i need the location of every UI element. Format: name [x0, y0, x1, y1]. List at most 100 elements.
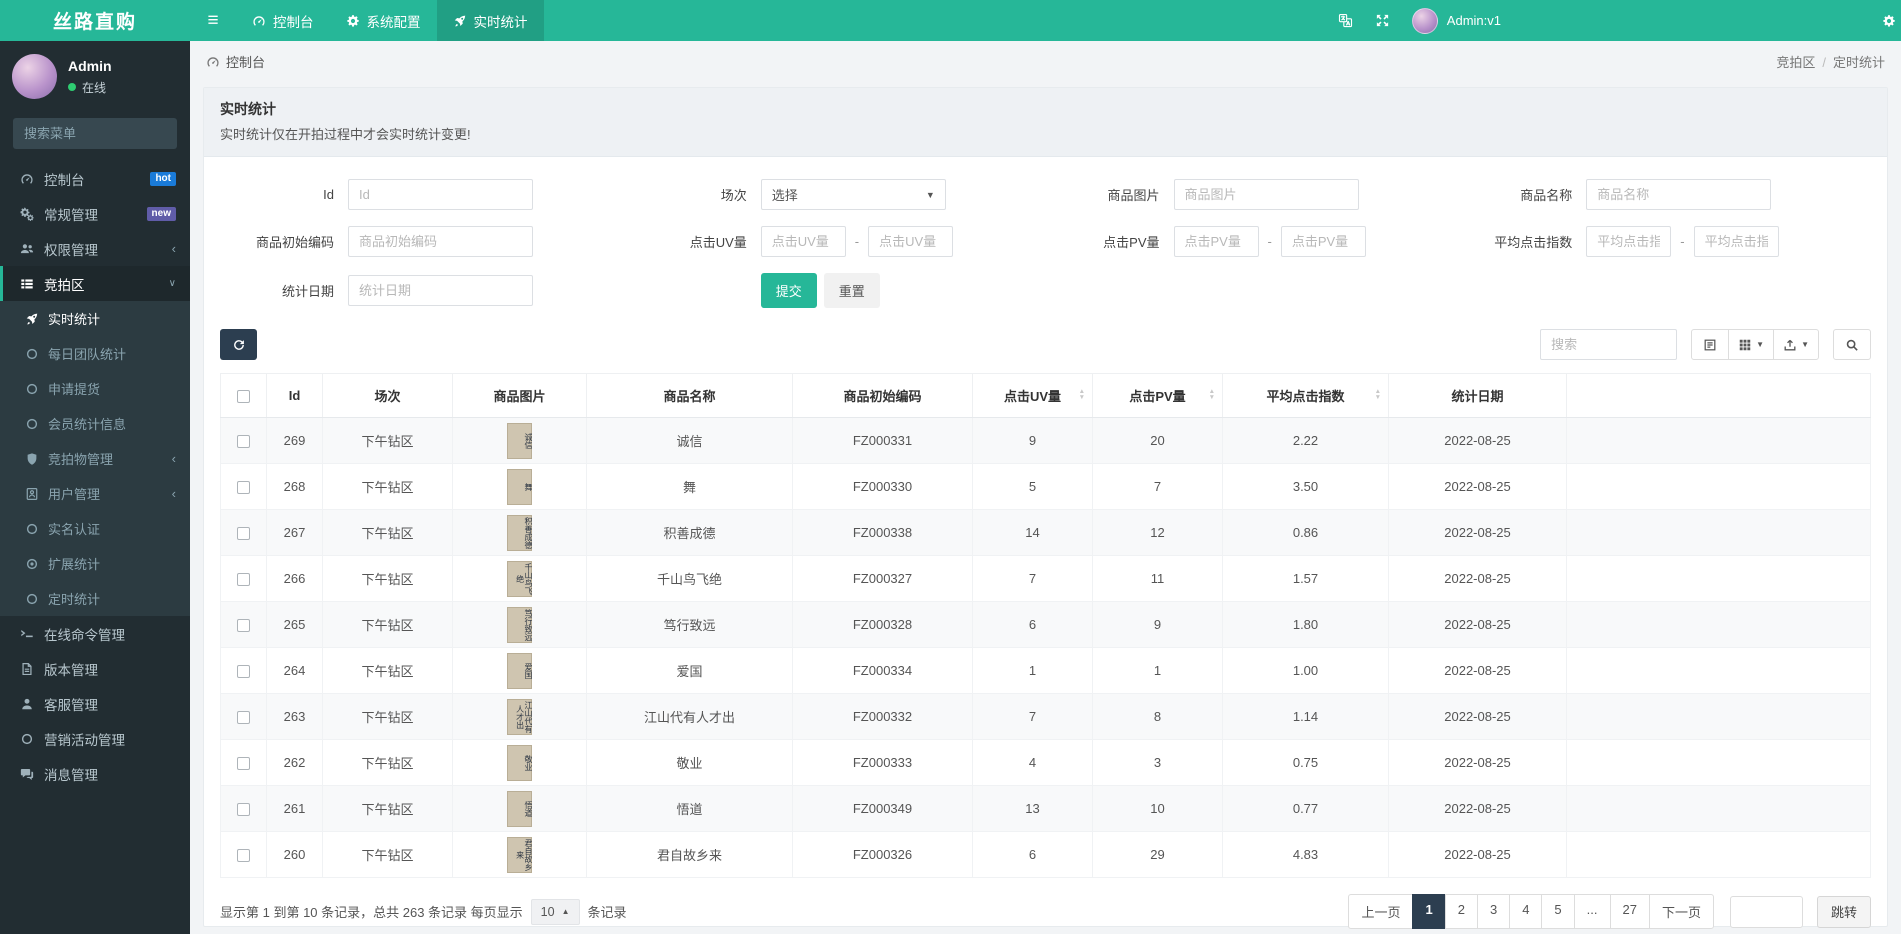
sort-icon[interactable]: ▲ ▼ [1209, 388, 1215, 403]
row-checkbox[interactable] [237, 711, 250, 725]
row-checkbox[interactable] [237, 665, 250, 679]
submenu-item-5[interactable]: 用户管理 ‹ [0, 476, 190, 511]
filter-0-2-input[interactable] [1173, 179, 1359, 210]
rocket-icon [24, 312, 39, 326]
prev-page-button[interactable]: 上一页 [1348, 894, 1414, 929]
sidebar-item-5[interactable]: 版本管理 [0, 651, 190, 686]
submit-button[interactable]: 提交 [760, 273, 817, 308]
sidebar-toggle-icon[interactable]: ≡ [190, 0, 236, 41]
table-search-input[interactable] [1540, 329, 1678, 360]
sidebar-item-1[interactable]: 常规管理 new [0, 196, 190, 231]
sidebar-item-4[interactable]: 在线命令管理 [0, 616, 190, 651]
submenu-item-0[interactable]: 实时统计 [0, 301, 190, 336]
refresh-button[interactable] [220, 329, 257, 360]
sidebar-item-6[interactable]: 客服管理 [0, 686, 190, 721]
submenu-item-7[interactable]: 扩展统计 [0, 546, 190, 581]
list-icon [18, 277, 35, 291]
circle-o-icon [24, 522, 39, 536]
filter-1-0-input[interactable] [348, 226, 533, 257]
col-header-5[interactable]: 点击UV量 ▲ ▼ [972, 373, 1093, 418]
product-image[interactable]: 积善成德 [507, 514, 532, 551]
page-jump-button[interactable]: 跳转 [1816, 895, 1871, 928]
reset-button[interactable]: 重置 [823, 273, 880, 308]
paging-toggle-button[interactable] [1691, 329, 1730, 360]
page-button-1[interactable]: 1 [1412, 894, 1446, 929]
filter-1-3-max-input[interactable] [1693, 226, 1779, 257]
filter-1-1-max-input[interactable] [868, 226, 954, 257]
breadcrumb-home[interactable]: 控制台 [226, 52, 265, 71]
page-jump-input[interactable] [1729, 895, 1803, 928]
row-checkbox[interactable] [237, 803, 250, 817]
export-button[interactable]: ▼ [1773, 329, 1819, 360]
product-image[interactable]: 千山鸟飞绝 [507, 560, 532, 597]
translate-icon[interactable] [1338, 13, 1353, 28]
top-tab-0[interactable]: 控制台 [236, 0, 330, 41]
search-toggle-button[interactable] [1833, 329, 1871, 360]
page-button-3[interactable]: 3 [1476, 894, 1511, 929]
top-tab-2[interactable]: 实时统计 [436, 0, 544, 41]
product-image[interactable]: 悟道 [507, 790, 532, 827]
col-header-6[interactable]: 点击PV量 ▲ ▼ [1092, 373, 1223, 418]
page-size-select[interactable]: 10 ▲ [530, 898, 580, 925]
row-checkbox[interactable] [237, 757, 250, 771]
product-image[interactable]: 爱国 [507, 652, 532, 689]
user-name: Admin [68, 57, 112, 74]
breadcrumb-crumb-1[interactable]: 定时统计 [1833, 55, 1885, 70]
sidebar-item-2[interactable]: 权限管理 ‹ [0, 231, 190, 266]
page-button-5[interactable]: 5 [1541, 894, 1575, 929]
settings-gear-icon[interactable] [1882, 0, 1896, 41]
sidebar-item-8[interactable]: 消息管理 [0, 756, 190, 791]
col-header-3: 商品名称 [586, 373, 793, 418]
filter-1-3-min-input[interactable] [1586, 226, 1672, 257]
product-image[interactable]: 舞 [507, 468, 532, 505]
filter-0-0-input[interactable] [348, 179, 533, 210]
filter-1-2-max-input[interactable] [1280, 226, 1366, 257]
product-image[interactable]: 诚信 [507, 422, 532, 459]
row-checkbox[interactable] [237, 573, 250, 587]
filter-1-2-min-input[interactable] [1173, 226, 1259, 257]
field-label: 商品名称 [1520, 188, 1573, 203]
avatar[interactable] [12, 54, 57, 99]
row-checkbox[interactable] [237, 619, 250, 633]
page-button-...[interactable]: ... [1573, 894, 1611, 929]
columns-button[interactable]: ▼ [1728, 329, 1775, 360]
sidebar-item-3[interactable]: 竞拍区 ∨ [0, 266, 190, 301]
topbar-user[interactable]: Admin:v1 [1411, 7, 1501, 34]
menu-search-input[interactable] [13, 118, 177, 149]
sort-icon[interactable]: ▲ ▼ [1079, 388, 1085, 403]
filter-0-1-select[interactable]: 选择 ▼ [760, 179, 946, 210]
select-all-checkbox[interactable] [237, 390, 250, 404]
filter-1-1-min-input[interactable] [760, 226, 846, 257]
product-image[interactable]: 江山代有人才出 [507, 698, 532, 735]
fullscreen-icon[interactable] [1375, 13, 1390, 28]
page-button-4[interactable]: 4 [1509, 894, 1543, 929]
cell-date: 2022-08-25 [1388, 693, 1567, 740]
top-tab-1[interactable]: 系统配置 [330, 0, 437, 41]
row-checkbox[interactable] [237, 527, 250, 541]
sort-icon[interactable]: ▲ ▼ [1375, 388, 1381, 403]
submenu-item-8[interactable]: 定时统计 [0, 581, 190, 616]
product-image[interactable]: 笃行致远 [507, 606, 532, 643]
sidebar-item-0[interactable]: 控制台 hot [0, 161, 190, 196]
filter-2-0-input[interactable] [348, 275, 533, 306]
submenu-item-2[interactable]: 申请提货 [0, 371, 190, 406]
breadcrumb-trail: 竞拍区 / 定时统计 [1776, 55, 1885, 70]
row-checkbox[interactable] [237, 435, 250, 449]
avatar [1411, 7, 1438, 34]
submenu-item-3[interactable]: 会员统计信息 [0, 406, 190, 441]
product-image[interactable]: 敬业 [507, 744, 532, 781]
page-button-2[interactable]: 2 [1444, 894, 1478, 929]
submenu-item-4[interactable]: 竞拍物管理 ‹ [0, 441, 190, 476]
row-checkbox[interactable] [237, 481, 250, 495]
col-header-7[interactable]: 平均点击指数 ▲ ▼ [1222, 373, 1389, 418]
breadcrumb-crumb-0[interactable]: 竞拍区 [1776, 55, 1815, 70]
filter-0-3-input[interactable] [1586, 179, 1772, 210]
topbar-user-label: Admin:v1 [1446, 13, 1501, 28]
row-checkbox[interactable] [237, 849, 250, 863]
submenu-item-1[interactable]: 每日团队统计 [0, 336, 190, 371]
product-image[interactable]: 君自故乡来 [507, 836, 532, 873]
page-button-27[interactable]: 27 [1609, 894, 1650, 929]
sidebar-item-7[interactable]: 营销活动管理 [0, 721, 190, 756]
submenu-item-6[interactable]: 实名认证 [0, 511, 190, 546]
next-page-button[interactable]: 下一页 [1648, 894, 1714, 929]
